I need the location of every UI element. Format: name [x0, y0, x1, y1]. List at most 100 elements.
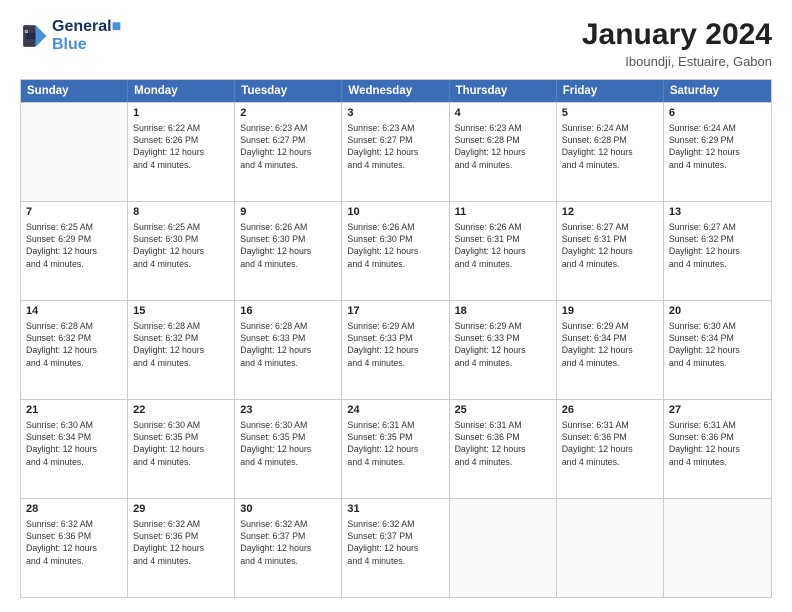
cell-info: Sunrise: 6:23 AMSunset: 6:27 PMDaylight:…	[240, 122, 336, 171]
calendar-cell-3-4: 25Sunrise: 6:31 AMSunset: 6:36 PMDayligh…	[450, 400, 557, 498]
cell-info: Sunrise: 6:26 AMSunset: 6:30 PMDaylight:…	[240, 221, 336, 270]
day-number: 23	[240, 403, 336, 418]
day-number: 21	[26, 403, 122, 418]
calendar-cell-0-4: 4Sunrise: 6:23 AMSunset: 6:28 PMDaylight…	[450, 103, 557, 201]
calendar-row-2: 14Sunrise: 6:28 AMSunset: 6:32 PMDayligh…	[21, 300, 771, 399]
day-number: 29	[133, 502, 229, 517]
calendar-cell-4-6	[664, 499, 771, 597]
day-number: 28	[26, 502, 122, 517]
calendar-cell-1-3: 10Sunrise: 6:26 AMSunset: 6:30 PMDayligh…	[342, 202, 449, 300]
calendar-row-1: 7Sunrise: 6:25 AMSunset: 6:29 PMDaylight…	[21, 201, 771, 300]
calendar-cell-0-1: 1Sunrise: 6:22 AMSunset: 6:26 PMDaylight…	[128, 103, 235, 201]
day-number: 26	[562, 403, 658, 418]
calendar-row-4: 28Sunrise: 6:32 AMSunset: 6:36 PMDayligh…	[21, 498, 771, 597]
cell-info: Sunrise: 6:22 AMSunset: 6:26 PMDaylight:…	[133, 122, 229, 171]
day-number: 10	[347, 205, 443, 220]
calendar-cell-1-0: 7Sunrise: 6:25 AMSunset: 6:29 PMDaylight…	[21, 202, 128, 300]
calendar-cell-4-4	[450, 499, 557, 597]
cell-info: Sunrise: 6:31 AMSunset: 6:36 PMDaylight:…	[669, 419, 766, 468]
day-number: 20	[669, 304, 766, 319]
calendar-cell-0-5: 5Sunrise: 6:24 AMSunset: 6:28 PMDaylight…	[557, 103, 664, 201]
calendar-cell-4-2: 30Sunrise: 6:32 AMSunset: 6:37 PMDayligh…	[235, 499, 342, 597]
cell-info: Sunrise: 6:29 AMSunset: 6:34 PMDaylight:…	[562, 320, 658, 369]
header-sunday: Sunday	[21, 80, 128, 102]
day-number: 11	[455, 205, 551, 220]
day-number: 19	[562, 304, 658, 319]
day-number: 2	[240, 106, 336, 121]
day-number: 12	[562, 205, 658, 220]
day-number: 13	[669, 205, 766, 220]
day-number: 25	[455, 403, 551, 418]
location-subtitle: Iboundji, Estuaire, Gabon	[582, 54, 772, 69]
header-thursday: Thursday	[450, 80, 557, 102]
header: G General■ Blue January 2024 Iboundji, E…	[20, 18, 772, 69]
day-number: 15	[133, 304, 229, 319]
cell-info: Sunrise: 6:32 AMSunset: 6:36 PMDaylight:…	[26, 518, 122, 567]
cell-info: Sunrise: 6:28 AMSunset: 6:33 PMDaylight:…	[240, 320, 336, 369]
calendar-cell-2-0: 14Sunrise: 6:28 AMSunset: 6:32 PMDayligh…	[21, 301, 128, 399]
cell-info: Sunrise: 6:30 AMSunset: 6:34 PMDaylight:…	[669, 320, 766, 369]
cell-info: Sunrise: 6:29 AMSunset: 6:33 PMDaylight:…	[455, 320, 551, 369]
calendar-cell-1-1: 8Sunrise: 6:25 AMSunset: 6:30 PMDaylight…	[128, 202, 235, 300]
day-number: 18	[455, 304, 551, 319]
calendar-cell-2-2: 16Sunrise: 6:28 AMSunset: 6:33 PMDayligh…	[235, 301, 342, 399]
day-number: 5	[562, 106, 658, 121]
cell-info: Sunrise: 6:24 AMSunset: 6:28 PMDaylight:…	[562, 122, 658, 171]
calendar-cell-3-6: 27Sunrise: 6:31 AMSunset: 6:36 PMDayligh…	[664, 400, 771, 498]
cell-info: Sunrise: 6:26 AMSunset: 6:30 PMDaylight:…	[347, 221, 443, 270]
calendar-cell-2-6: 20Sunrise: 6:30 AMSunset: 6:34 PMDayligh…	[664, 301, 771, 399]
calendar-cell-3-2: 23Sunrise: 6:30 AMSunset: 6:35 PMDayligh…	[235, 400, 342, 498]
day-number: 1	[133, 106, 229, 121]
calendar-cell-1-2: 9Sunrise: 6:26 AMSunset: 6:30 PMDaylight…	[235, 202, 342, 300]
cell-info: Sunrise: 6:30 AMSunset: 6:35 PMDaylight:…	[240, 419, 336, 468]
calendar-cell-0-6: 6Sunrise: 6:24 AMSunset: 6:29 PMDaylight…	[664, 103, 771, 201]
calendar-cell-0-2: 2Sunrise: 6:23 AMSunset: 6:27 PMDaylight…	[235, 103, 342, 201]
header-monday: Monday	[128, 80, 235, 102]
logo-icon: G	[20, 22, 48, 50]
calendar-header: Sunday Monday Tuesday Wednesday Thursday…	[21, 80, 771, 102]
header-tuesday: Tuesday	[235, 80, 342, 102]
calendar-cell-3-0: 21Sunrise: 6:30 AMSunset: 6:34 PMDayligh…	[21, 400, 128, 498]
calendar-cell-3-3: 24Sunrise: 6:31 AMSunset: 6:35 PMDayligh…	[342, 400, 449, 498]
day-number: 9	[240, 205, 336, 220]
cell-info: Sunrise: 6:27 AMSunset: 6:31 PMDaylight:…	[562, 221, 658, 270]
calendar-cell-1-4: 11Sunrise: 6:26 AMSunset: 6:31 PMDayligh…	[450, 202, 557, 300]
calendar: Sunday Monday Tuesday Wednesday Thursday…	[20, 79, 772, 598]
cell-info: Sunrise: 6:27 AMSunset: 6:32 PMDaylight:…	[669, 221, 766, 270]
day-number: 22	[133, 403, 229, 418]
logo: G General■ Blue	[20, 18, 121, 53]
day-number: 16	[240, 304, 336, 319]
day-number: 6	[669, 106, 766, 121]
calendar-cell-0-0	[21, 103, 128, 201]
calendar-cell-2-4: 18Sunrise: 6:29 AMSunset: 6:33 PMDayligh…	[450, 301, 557, 399]
calendar-cell-4-1: 29Sunrise: 6:32 AMSunset: 6:36 PMDayligh…	[128, 499, 235, 597]
calendar-row-3: 21Sunrise: 6:30 AMSunset: 6:34 PMDayligh…	[21, 399, 771, 498]
calendar-row-0: 1Sunrise: 6:22 AMSunset: 6:26 PMDaylight…	[21, 102, 771, 201]
cell-info: Sunrise: 6:30 AMSunset: 6:34 PMDaylight:…	[26, 419, 122, 468]
calendar-body: 1Sunrise: 6:22 AMSunset: 6:26 PMDaylight…	[21, 102, 771, 597]
cell-info: Sunrise: 6:29 AMSunset: 6:33 PMDaylight:…	[347, 320, 443, 369]
cell-info: Sunrise: 6:25 AMSunset: 6:29 PMDaylight:…	[26, 221, 122, 270]
calendar-cell-3-1: 22Sunrise: 6:30 AMSunset: 6:35 PMDayligh…	[128, 400, 235, 498]
svg-text:G: G	[25, 28, 29, 33]
cell-info: Sunrise: 6:31 AMSunset: 6:36 PMDaylight:…	[562, 419, 658, 468]
calendar-cell-4-5	[557, 499, 664, 597]
header-friday: Friday	[557, 80, 664, 102]
header-saturday: Saturday	[664, 80, 771, 102]
page: G General■ Blue January 2024 Iboundji, E…	[0, 0, 792, 612]
day-number: 8	[133, 205, 229, 220]
title-block: January 2024 Iboundji, Estuaire, Gabon	[582, 18, 772, 69]
cell-info: Sunrise: 6:28 AMSunset: 6:32 PMDaylight:…	[26, 320, 122, 369]
calendar-cell-2-3: 17Sunrise: 6:29 AMSunset: 6:33 PMDayligh…	[342, 301, 449, 399]
calendar-cell-2-5: 19Sunrise: 6:29 AMSunset: 6:34 PMDayligh…	[557, 301, 664, 399]
day-number: 31	[347, 502, 443, 517]
header-wednesday: Wednesday	[342, 80, 449, 102]
day-number: 17	[347, 304, 443, 319]
cell-info: Sunrise: 6:25 AMSunset: 6:30 PMDaylight:…	[133, 221, 229, 270]
cell-info: Sunrise: 6:32 AMSunset: 6:37 PMDaylight:…	[347, 518, 443, 567]
cell-info: Sunrise: 6:23 AMSunset: 6:27 PMDaylight:…	[347, 122, 443, 171]
calendar-cell-4-3: 31Sunrise: 6:32 AMSunset: 6:37 PMDayligh…	[342, 499, 449, 597]
calendar-cell-1-6: 13Sunrise: 6:27 AMSunset: 6:32 PMDayligh…	[664, 202, 771, 300]
calendar-cell-3-5: 26Sunrise: 6:31 AMSunset: 6:36 PMDayligh…	[557, 400, 664, 498]
cell-info: Sunrise: 6:32 AMSunset: 6:37 PMDaylight:…	[240, 518, 336, 567]
